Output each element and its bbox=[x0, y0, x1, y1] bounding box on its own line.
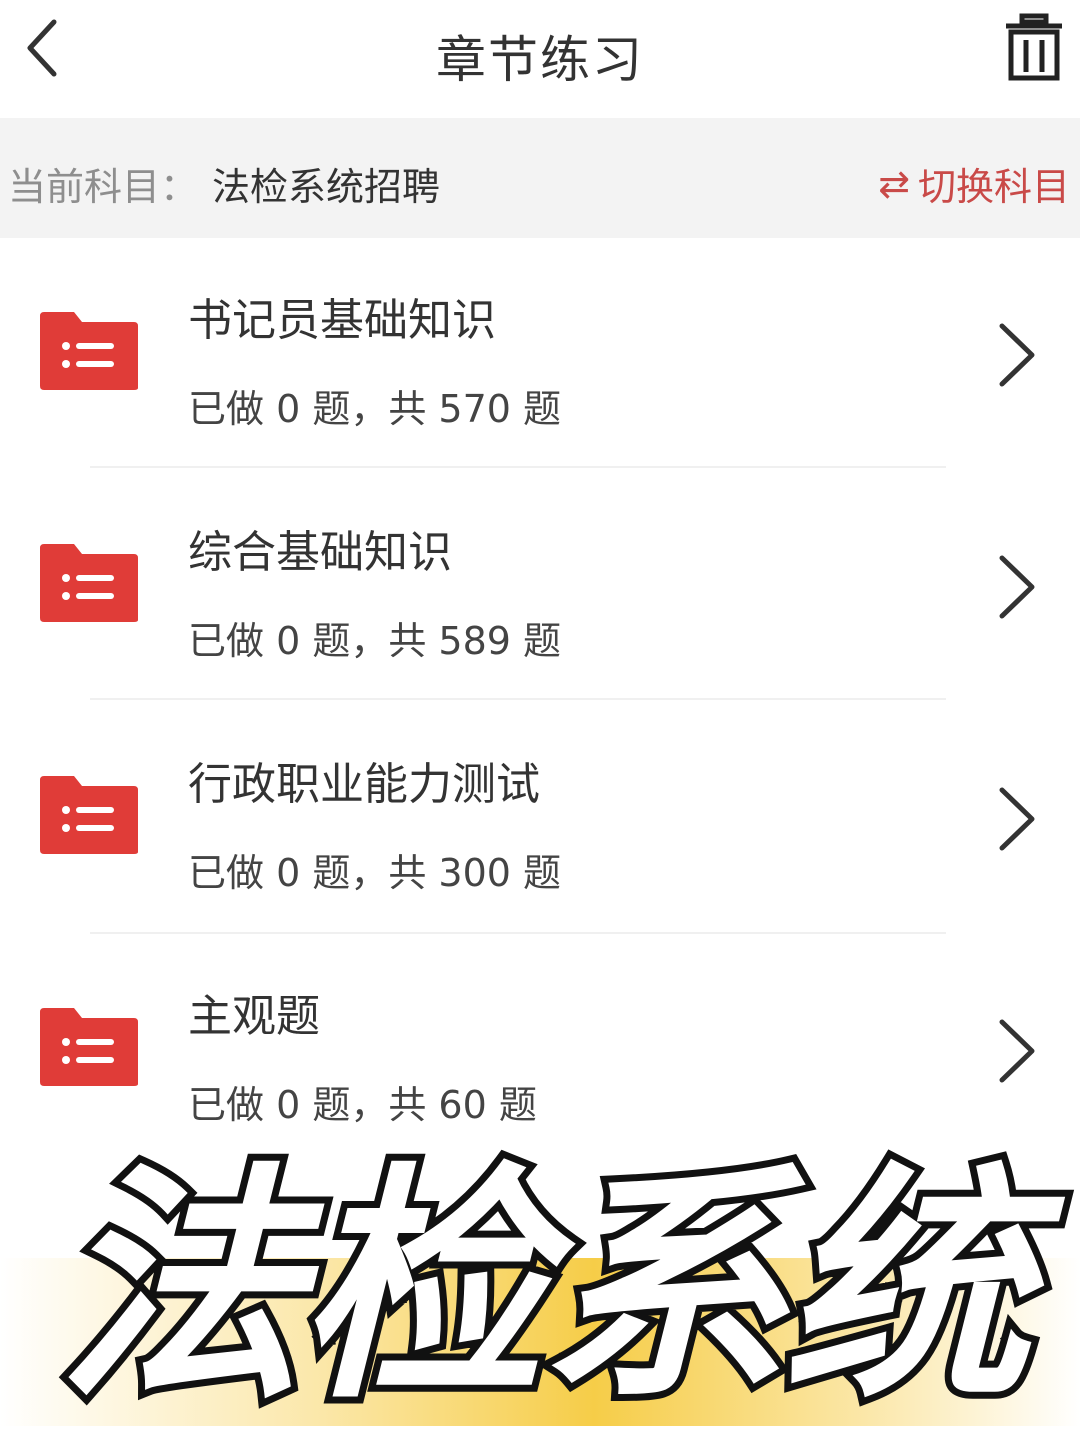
switch-subject-label: 切换科目 bbox=[917, 165, 1070, 209]
chapter-item[interactable]: 行政职业能力测试 已做 0 题，共 300 题 bbox=[0, 702, 1080, 934]
overlay-caption: 法检系统 bbox=[49, 1141, 1037, 1432]
chapter-progress: 已做 0 题，共 570 题 bbox=[188, 387, 562, 431]
chapter-item[interactable]: 主观题 已做 0 题，共 60 题 bbox=[0, 934, 1080, 1166]
subject-label: 当前科目： bbox=[8, 165, 199, 209]
subject-value: 法检系统招聘 bbox=[212, 165, 441, 209]
switch-subject-button[interactable]: ⇄ 切换科目 bbox=[878, 156, 1070, 211]
chevron-right-icon bbox=[999, 323, 1035, 387]
divider bbox=[90, 466, 946, 468]
swap-arrows-icon: ⇄ bbox=[878, 161, 910, 206]
chapter-title: 书记员基础知识 bbox=[188, 295, 496, 346]
nav-bar: 章节练习 bbox=[0, 0, 1080, 118]
trash-icon bbox=[1006, 13, 1062, 81]
folder-list-icon bbox=[40, 544, 138, 622]
chapter-title: 综合基础知识 bbox=[188, 527, 452, 578]
chapter-progress: 已做 0 题，共 589 题 bbox=[188, 619, 562, 663]
chapter-title: 行政职业能力测试 bbox=[188, 759, 540, 810]
folder-list-icon bbox=[40, 776, 138, 854]
page-title: 章节练习 bbox=[436, 31, 644, 89]
chevron-right-icon bbox=[999, 1019, 1035, 1083]
chevron-right-icon bbox=[999, 555, 1035, 619]
chevron-right-icon bbox=[999, 787, 1035, 851]
folder-list-icon bbox=[40, 1008, 138, 1086]
chapter-title: 主观题 bbox=[188, 991, 320, 1042]
folder-list-icon bbox=[40, 312, 138, 390]
chapter-item[interactable]: 综合基础知识 已做 0 题，共 589 题 bbox=[0, 470, 1080, 702]
subject-bar: 当前科目： 法检系统招聘 ⇄ 切换科目 bbox=[0, 118, 1080, 238]
divider bbox=[90, 698, 946, 700]
delete-button[interactable] bbox=[996, 4, 1072, 88]
chapter-progress: 已做 0 题，共 60 题 bbox=[188, 1083, 537, 1127]
chapter-progress: 已做 0 题，共 300 题 bbox=[188, 851, 562, 895]
chapter-item[interactable]: 书记员基础知识 已做 0 题，共 570 题 bbox=[0, 238, 1080, 470]
